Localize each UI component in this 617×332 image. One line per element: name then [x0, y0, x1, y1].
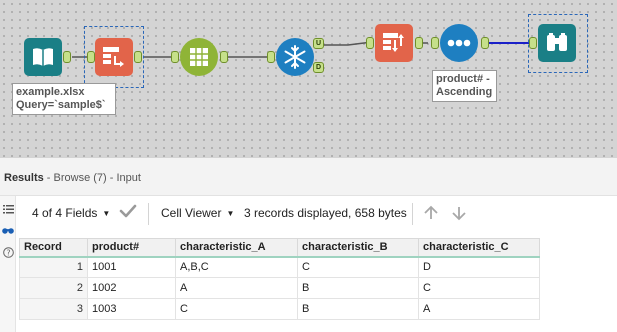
summarize-output-anchor[interactable]	[220, 51, 228, 63]
input-annotation-line1: example.xlsx	[16, 86, 85, 98]
table-row: 3 1003 C B A	[19, 298, 540, 320]
table-cell[interactable]: C	[297, 256, 419, 278]
sort-input-anchor[interactable]	[366, 37, 374, 49]
binoculars-icon	[547, 33, 567, 51]
browse-tool[interactable]	[538, 24, 576, 62]
results-label: Results	[4, 172, 44, 184]
table-cell[interactable]: 1001	[87, 256, 176, 278]
record-number-cell[interactable]: 1	[19, 256, 88, 278]
table-cell[interactable]: C	[418, 277, 540, 299]
fields-dropdown-label: 4 of 4 Fields	[32, 206, 98, 220]
sample-dots-icon	[447, 39, 471, 47]
results-table: Record product# characteristic_A charact…	[19, 238, 540, 320]
results-toolbar: 4 of 4 Fields ▼ Cell Viewer ▼ 3 records di…	[16, 196, 617, 232]
results-side-rail: ?	[0, 196, 16, 332]
sort-annotation: product# - Ascending	[432, 70, 497, 102]
select-input-anchor[interactable]	[87, 51, 95, 63]
unique-tool[interactable]	[276, 38, 314, 76]
table-cell[interactable]: 1003	[87, 298, 176, 320]
browse-input-anchor[interactable]	[529, 37, 537, 49]
table-row: 2 1002 A B C	[19, 277, 540, 299]
cell-viewer-label: Cell Viewer	[161, 206, 222, 220]
cell-viewer-dropdown[interactable]: Cell Viewer ▼	[161, 206, 234, 220]
sort-icon	[383, 33, 404, 52]
binoculars-view-icon[interactable]	[2, 224, 14, 236]
help-icon[interactable]: ?	[2, 246, 14, 258]
table-cell[interactable]: D	[418, 256, 540, 278]
apply-check-icon[interactable]	[119, 203, 137, 222]
records-status: 3 records displayed, 658 bytes	[244, 206, 407, 220]
record-number-cell[interactable]: 2	[19, 277, 88, 299]
table-cell[interactable]: A	[175, 277, 298, 299]
table-cell[interactable]: B	[297, 298, 419, 320]
svg-text:?: ?	[6, 248, 10, 257]
table-cell[interactable]: 1002	[87, 277, 176, 299]
workflow-canvas[interactable]: U D example.xlsx Query=`sample$` product…	[0, 0, 617, 158]
results-subtitle: - Browse (7) - Input	[43, 172, 141, 184]
record-number-cell[interactable]: 3	[19, 298, 88, 320]
summarize-icon	[190, 48, 208, 66]
arrow-up-icon[interactable]	[423, 205, 439, 224]
input-data-tool[interactable]	[24, 38, 62, 76]
chevron-down-icon: ▼	[226, 209, 235, 218]
results-title: Results - Browse (7) - Input	[4, 172, 141, 184]
sort-tool[interactable]	[375, 24, 413, 62]
snowflake-icon	[284, 45, 306, 69]
sample-output-anchor[interactable]	[481, 37, 489, 49]
sample-input-anchor[interactable]	[431, 37, 439, 49]
table-row: 1 1001 A,B,C C D	[19, 256, 540, 278]
input-annotation-line2: Query=`sample$`	[16, 99, 106, 111]
table-cell[interactable]: A	[418, 298, 540, 320]
select-tool[interactable]	[95, 38, 133, 76]
sort-annotation-line2: Ascending	[436, 86, 493, 98]
arrow-down-icon[interactable]	[451, 205, 467, 224]
fields-dropdown[interactable]: 4 of 4 Fields ▼	[32, 206, 110, 220]
table-header-row: Record product# characteristic_A charact…	[19, 238, 540, 258]
select-output-anchor[interactable]	[134, 51, 142, 63]
column-header-characteristic-c[interactable]: characteristic_C	[418, 238, 540, 258]
summarize-input-anchor[interactable]	[171, 51, 179, 63]
chevron-down-icon: ▼	[102, 209, 111, 218]
toolbar-divider	[412, 203, 413, 225]
unique-anchor[interactable]: U	[313, 38, 324, 49]
input-annotation: example.xlsx Query=`sample$`	[12, 83, 116, 115]
column-header-product[interactable]: product#	[87, 238, 176, 258]
list-icon[interactable]	[2, 203, 14, 215]
book-icon	[33, 48, 53, 66]
unique-input-anchor[interactable]	[267, 51, 275, 63]
sample-tool[interactable]	[440, 24, 478, 62]
input-output-anchor[interactable]	[63, 51, 71, 63]
table-cell[interactable]: A,B,C	[175, 256, 298, 278]
results-header: Results - Browse (7) - Input	[0, 158, 617, 196]
column-header-characteristic-b[interactable]: characteristic_B	[297, 238, 419, 258]
table-cell[interactable]: C	[175, 298, 298, 320]
summarize-tool[interactable]	[180, 38, 218, 76]
sort-annotation-line1: product# -	[436, 73, 490, 85]
table-cell[interactable]: B	[297, 277, 419, 299]
select-fields-icon	[103, 47, 124, 67]
column-header-characteristic-a[interactable]: characteristic_A	[175, 238, 298, 258]
toolbar-divider	[148, 203, 149, 225]
sort-output-anchor[interactable]	[415, 37, 423, 49]
duplicate-anchor[interactable]: D	[313, 62, 324, 73]
column-header-record[interactable]: Record	[19, 238, 88, 258]
